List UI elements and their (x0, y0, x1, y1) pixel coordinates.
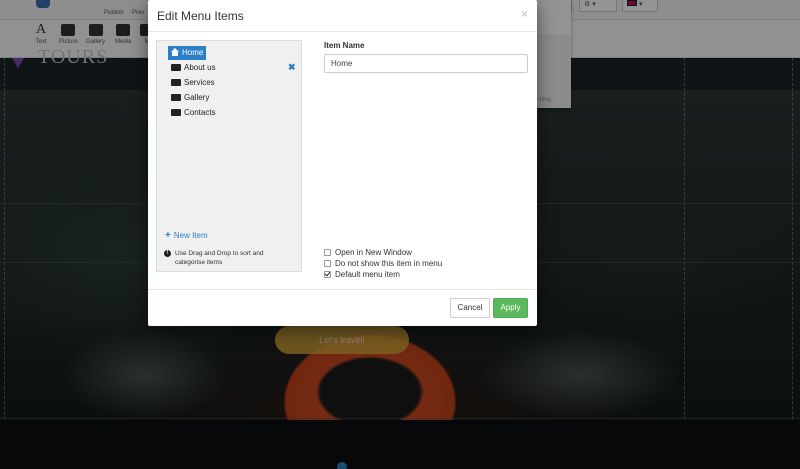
edit-menu-dialog: Edit Menu Items × Home About us Services… (148, 0, 537, 326)
menu-item-services[interactable]: Services (168, 76, 218, 90)
checkbox[interactable] (324, 260, 331, 267)
checkbox-checked[interactable] (324, 271, 331, 278)
new-item-label: New Item (173, 231, 208, 240)
option-label: Do not show this item in menu (335, 259, 443, 268)
close-icon[interactable]: × (521, 7, 528, 21)
menu-item-home[interactable]: Home (168, 46, 207, 60)
folder-open-icon (171, 109, 181, 116)
dialog-header: Edit Menu Items × (148, 0, 537, 32)
new-item-button[interactable]: + New Item (165, 230, 208, 241)
menu-item-gallery[interactable]: Gallery (168, 91, 212, 105)
plus-icon: + (165, 230, 171, 241)
remove-item-icon[interactable]: ✖ (288, 62, 296, 73)
menu-item-label: About us (184, 63, 216, 72)
info-icon: ! (164, 250, 171, 257)
menu-item-label: Home (182, 48, 204, 57)
option-open-new-window[interactable]: Open in New Window (324, 248, 412, 258)
menu-item-label: Gallery (184, 93, 210, 102)
option-hide-in-menu[interactable]: Do not show this item in menu (324, 259, 442, 269)
option-default-item[interactable]: Default menu item (324, 270, 400, 280)
item-name-label: Item Name (324, 41, 365, 50)
dialog-footer (148, 289, 537, 290)
folder-open-icon (171, 64, 181, 71)
home-icon (171, 48, 179, 56)
folder-open-icon (171, 79, 181, 86)
option-label: Open in New Window (335, 248, 412, 257)
cancel-button[interactable]: Cancel (450, 298, 490, 318)
menu-item-label: Contacts (184, 108, 216, 117)
apply-button[interactable]: Apply (493, 298, 528, 318)
item-name-input[interactable] (324, 54, 528, 73)
option-label: Default menu item (335, 270, 400, 279)
folder-open-icon (171, 94, 181, 101)
dialog-title: Edit Menu Items (157, 9, 244, 23)
menu-item-label: Services (184, 78, 215, 87)
menu-item-contacts[interactable]: Contacts (168, 106, 219, 120)
drag-drop-hint: Use Drag and Drop to sort and categorise… (175, 250, 264, 266)
checkbox[interactable] (324, 249, 331, 256)
menu-item-about[interactable]: About us (168, 61, 219, 75)
